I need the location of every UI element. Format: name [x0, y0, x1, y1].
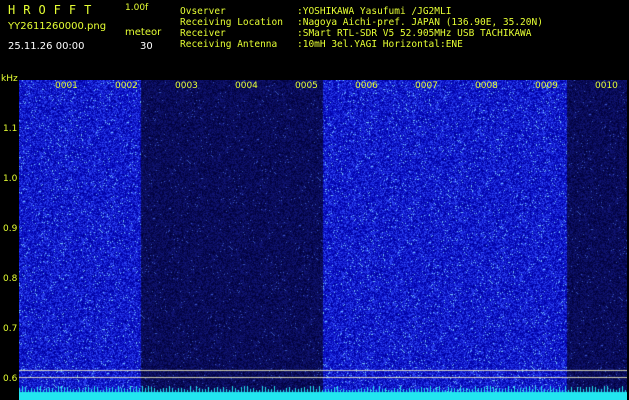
info-key: Receiver: [180, 28, 226, 39]
time-column-label: 0009: [535, 81, 558, 91]
axis-unit: kHz: [1, 74, 18, 84]
meteor-label: meteor: [125, 27, 162, 38]
y-tick-label: 0.6: [3, 374, 18, 384]
y-tick-label: 1.0: [3, 174, 18, 184]
info-value: :10mH 3el.YAGI Horizontal:ENE: [297, 39, 463, 50]
time-column-label: 0006: [355, 81, 378, 91]
info-key: Receiving Location: [180, 17, 283, 28]
file-name: YY2611260000.png: [8, 21, 107, 32]
meteor-count: 30: [140, 41, 153, 52]
hrofft-window: HROFFT 1.00f YY2611260000.png meteor 25.…: [0, 0, 629, 400]
time-column-label: 0008: [475, 81, 498, 91]
info-value: :YOSHIKAWA Yasufumi /JG2MLI: [297, 6, 452, 17]
time-column-label: 0003: [175, 81, 198, 91]
time-column-label: 0007: [415, 81, 438, 91]
app-brand: HROFFT: [8, 3, 100, 17]
info-key: Ovserver: [180, 6, 226, 17]
info-key: Receiving Antenna: [180, 39, 278, 50]
time-column-label: 0005: [295, 81, 318, 91]
y-tick-label: 1.1: [3, 124, 18, 134]
y-tick-label: 0.8: [3, 274, 18, 284]
spectrogram-waterfall: [19, 80, 627, 400]
y-tick-label: 0.7: [3, 324, 18, 334]
time-column-label: 0010: [595, 81, 618, 91]
info-value: :SMart RTL-SDR V5 52.905MHz USB TACHIKAW…: [297, 28, 532, 39]
time-column-label: 0002: [115, 81, 138, 91]
info-value: :Nagoya Aichi-pref. JAPAN (136.90E, 35.2…: [297, 17, 543, 28]
y-tick-label: 0.9: [3, 224, 18, 234]
app-version: 1.00f: [125, 3, 149, 13]
time-column-label: 0001: [55, 81, 78, 91]
time-column-label: 0004: [235, 81, 258, 91]
date-time: 25.11.26 00:00: [8, 41, 85, 52]
